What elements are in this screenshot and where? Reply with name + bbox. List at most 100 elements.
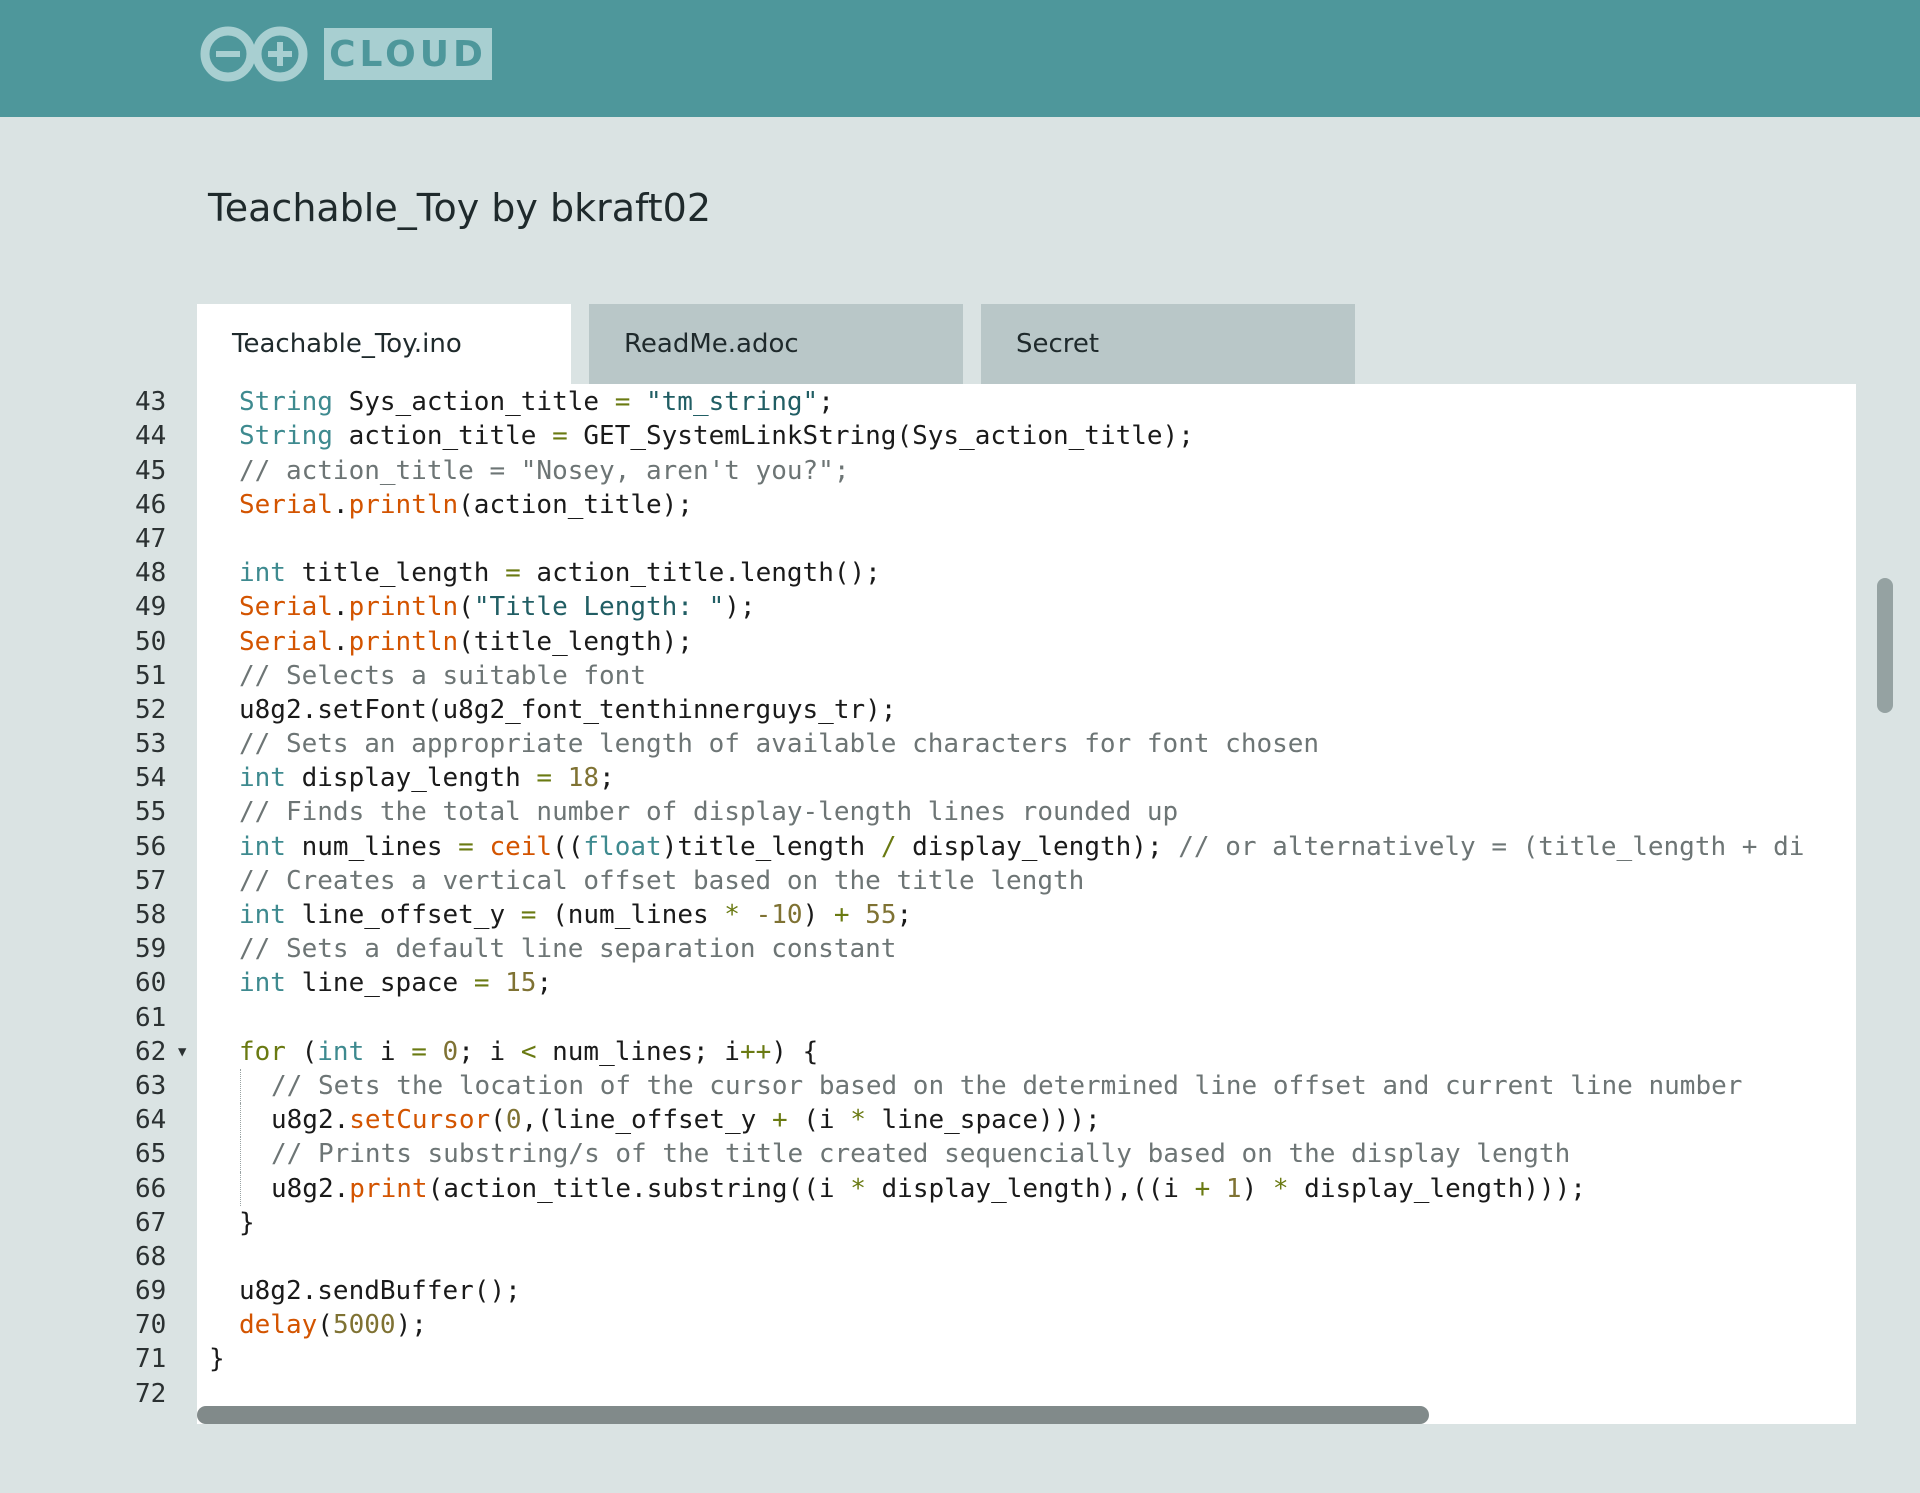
line-number: 71 <box>135 1344 167 1375</box>
line-number: 69 <box>135 1276 167 1307</box>
code-token: = <box>520 900 537 930</box>
line-number: 46 <box>135 489 167 520</box>
code-token: Sys_action_title <box>332 387 615 418</box>
code-token: 1 <box>1225 1173 1242 1204</box>
code-token: } <box>209 1344 225 1375</box>
code-token: u8g2. <box>271 1173 350 1204</box>
code-line: Serial.println("Title Length: "); <box>197 590 1856 624</box>
code-token: ; <box>896 900 913 930</box>
code-token: * <box>724 900 740 930</box>
code-line: int title_length = action_title.length()… <box>197 556 1856 590</box>
code-token: < <box>520 1036 537 1067</box>
code-token: // or alternatively = (title_length + di <box>1178 831 1805 862</box>
code-token: + <box>771 1105 788 1136</box>
code-token: / <box>880 831 897 862</box>
code-token: ( <box>458 592 474 623</box>
code-token: line_space <box>285 968 474 999</box>
indent-guide <box>240 1068 241 1104</box>
code-token: + <box>833 900 850 930</box>
code-token: (( <box>552 831 584 862</box>
code-token: // Sets an appropriate length of availab… <box>239 729 1320 760</box>
code-token: ( <box>285 1036 318 1067</box>
code-token: int <box>239 831 286 862</box>
code-token: setCursor <box>349 1105 491 1136</box>
line-number: 49 <box>135 592 167 623</box>
fold-toggle-icon[interactable]: ▼ <box>178 1035 186 1069</box>
code-token: ) { <box>771 1036 819 1067</box>
code-line: // Sets a default line separation consta… <box>197 932 1856 966</box>
line-number: 60 <box>135 968 167 999</box>
line-number: 57 <box>135 865 167 896</box>
code-line: Serial.println(title_length); <box>197 625 1856 659</box>
code-token: String <box>239 387 333 418</box>
line-number: 62 ▼ <box>100 1035 197 1069</box>
code-token: Serial <box>239 626 333 657</box>
line-number: 56 <box>135 831 167 862</box>
code-token: . <box>332 489 349 520</box>
line-number: 72 <box>135 1378 167 1409</box>
code-line: u8g2.setFont(u8g2_font_tenthinnerguys_tr… <box>197 693 1856 727</box>
code-token: display_length))); <box>1288 1173 1586 1204</box>
line-number: 45 <box>135 455 167 486</box>
code-token: } <box>239 1207 255 1238</box>
tab-teachable-toy-ino[interactable]: Teachable_Toy.ino <box>197 304 571 384</box>
code-token: print <box>349 1173 428 1204</box>
line-number: 51 <box>135 660 167 691</box>
line-number: 65 <box>135 1139 167 1170</box>
code-token: ; <box>818 387 834 418</box>
code-line: // Prints substring/s of the title creat… <box>197 1137 1856 1172</box>
code-line: Serial.println(action_title); <box>197 488 1856 522</box>
code-line: String action_title = GET_SystemLinkStri… <box>197 419 1856 453</box>
code-line: // Selects a suitable font <box>197 659 1856 693</box>
line-number: 43 <box>135 387 167 418</box>
tab-readme-adoc[interactable]: ReadMe.adoc <box>589 304 963 384</box>
code-token: = <box>458 831 474 862</box>
code-line: int display_length = 18; <box>197 761 1856 795</box>
code-editor[interactable]: String Sys_action_title = "tm_string"; St… <box>197 384 1856 1424</box>
code-token: delay <box>239 1310 318 1341</box>
code-token: for <box>239 1036 286 1067</box>
code-token: action_title.length(); <box>520 558 881 589</box>
code-line: // Creates a vertical offset based on th… <box>197 864 1856 898</box>
code-token: int <box>317 1036 365 1067</box>
code-token: = <box>536 763 553 794</box>
horizontal-scrollbar-thumb[interactable] <box>197 1406 1429 1424</box>
code-token: * <box>850 1173 866 1204</box>
code-token: u8g2.setFont(u8g2_font_tenthinnerguys_tr… <box>239 694 897 725</box>
code-token: 18 <box>567 763 600 794</box>
vertical-scrollbar-thumb[interactable] <box>1877 578 1893 713</box>
line-number: 50 <box>135 626 167 657</box>
line-number: 58 <box>135 900 167 930</box>
tab-secret[interactable]: Secret <box>981 304 1355 384</box>
arduino-cloud-logo[interactable]: CLOUD <box>198 24 492 84</box>
code-line: u8g2.setCursor(0,(line_offset_y + (i * l… <box>197 1103 1856 1138</box>
code-token: = <box>473 968 490 999</box>
code-token: (title_length); <box>458 626 693 657</box>
code-token: display_length <box>285 763 537 794</box>
code-token: + <box>1194 1173 1211 1204</box>
code-token: "Title Length: " <box>473 592 725 623</box>
code-token: title_length <box>285 558 506 589</box>
code-line: // Sets the location of the cursor based… <box>197 1068 1856 1104</box>
line-number: 66 <box>135 1173 167 1204</box>
code-token: int <box>239 968 286 999</box>
code-line: // action_title = "Nosey, aren't you?"; <box>197 454 1856 488</box>
top-bar: CLOUD <box>0 0 1920 117</box>
code-line: int line_offset_y = (num_lines * -10) + … <box>197 898 1856 932</box>
code-token: u8g2.sendBuffer(); <box>239 1276 521 1307</box>
code-token: ) <box>802 900 834 930</box>
code-token: . <box>332 592 349 623</box>
code-token: ; i <box>458 1036 521 1067</box>
code-line: for (int i = 0; i < num_lines; i++) { <box>197 1035 1856 1069</box>
line-number-gutter: 4243444546474849505152535455565758596061… <box>100 384 197 1424</box>
code-line: } <box>197 1206 1856 1240</box>
line-number: 48 <box>135 558 167 589</box>
code-token: println <box>348 592 459 623</box>
code-token: ceil <box>489 831 553 862</box>
code-token: println <box>348 489 459 520</box>
code-line: delay(5000); <box>197 1308 1856 1342</box>
